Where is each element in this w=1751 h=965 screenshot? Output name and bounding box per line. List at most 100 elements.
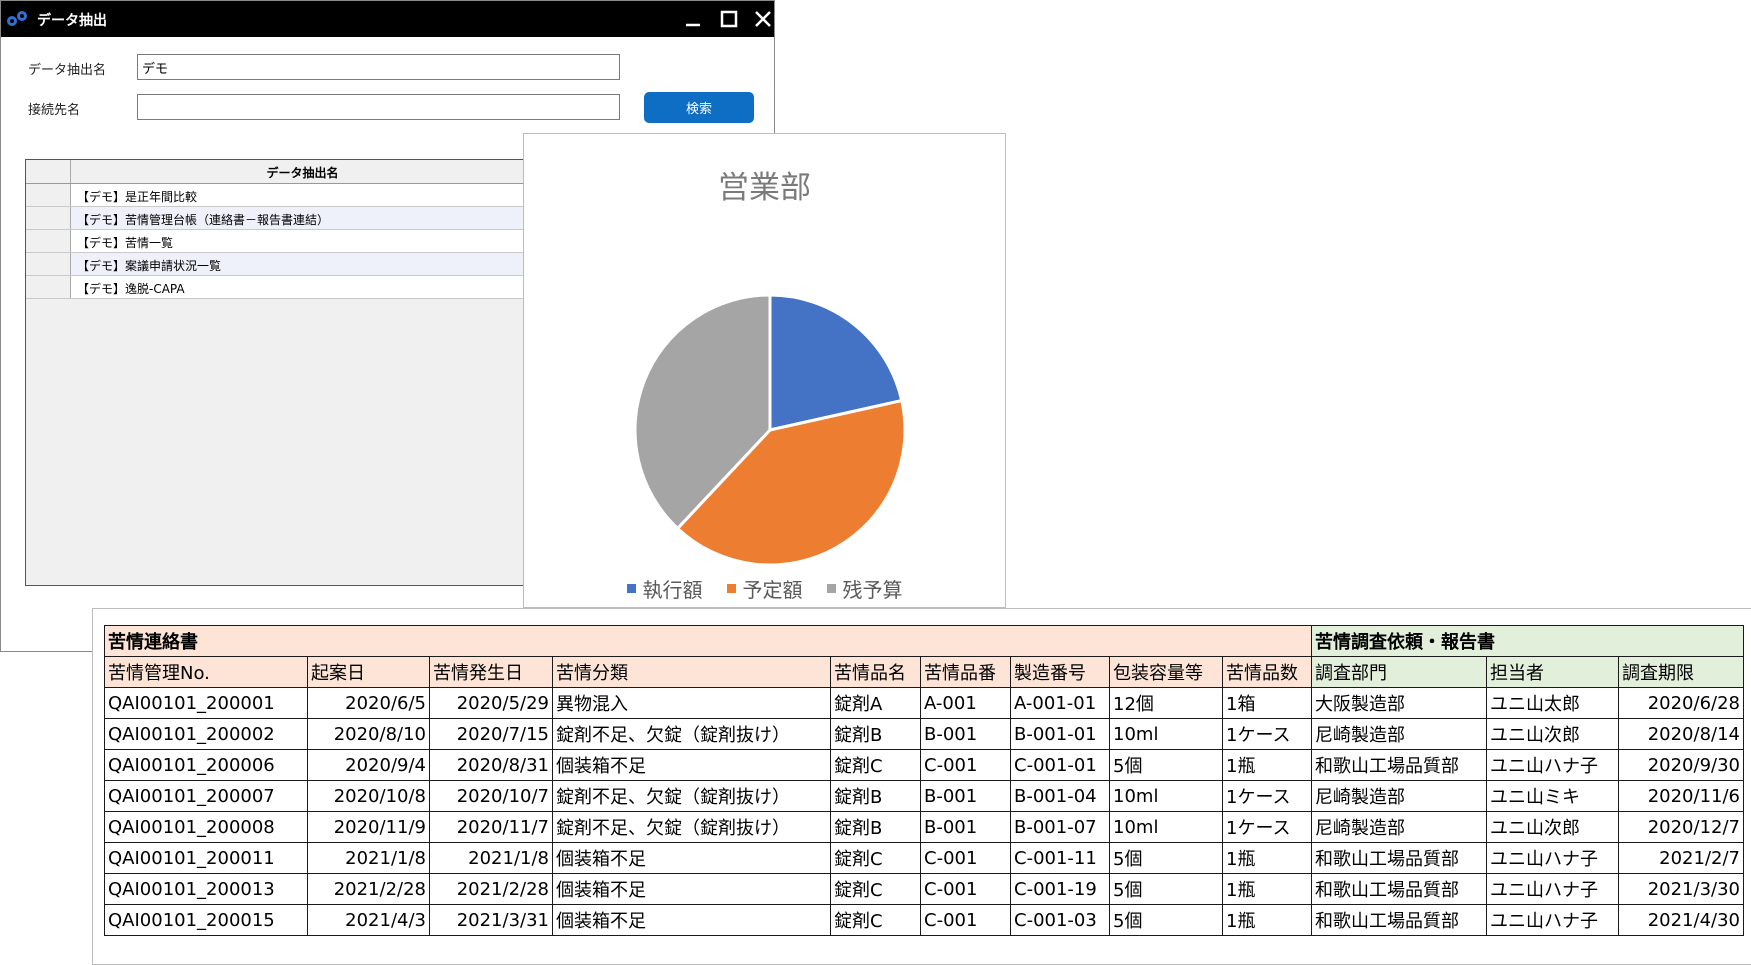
legend-item: 執行額 <box>626 574 703 603</box>
table-cell: ユニ山ハナ子 <box>1486 904 1619 936</box>
column-header: 製造番号 <box>1010 656 1110 688</box>
table-cell: 2020/9/30 <box>1618 749 1744 781</box>
grid-cell[interactable]: 【デモ】苦情一覧 <box>71 230 534 252</box>
table-cell: 尼崎製造部 <box>1311 780 1487 812</box>
gear-icon <box>7 11 27 26</box>
table-cell: 2020/11/6 <box>1618 780 1744 812</box>
table-cell: ユニ山次郎 <box>1486 718 1619 750</box>
title-bar[interactable]: データ抽出 <box>1 1 774 37</box>
table-cell: ユニ山ハナ子 <box>1486 749 1619 781</box>
row-header-cell[interactable] <box>26 207 71 229</box>
grid-cell[interactable]: 【デモ】是正年間比較 <box>71 184 534 206</box>
table-cell: 1ケース <box>1222 811 1312 843</box>
connection-name-input[interactable] <box>137 94 620 120</box>
extraction-name-input[interactable] <box>137 54 620 80</box>
table-cell: QAI00101_200002 <box>104 718 308 750</box>
table-cell: 和歌山工場品質部 <box>1311 873 1487 905</box>
legend-label: 残予算 <box>842 578 903 602</box>
chart-title: 営業部 <box>718 170 811 206</box>
column-header-row: 苦情管理No. 起案日 苦情発生日 苦情分類 苦情品名 苦情品番 製造番号 包装容量等 苦情品数… <box>104 656 1744 688</box>
table-cell: QAI00101_200001 <box>104 687 308 719</box>
grid-cell[interactable]: 【デモ】逸脱-CAPA <box>71 276 534 298</box>
legend-label: 予定額 <box>742 578 803 602</box>
table-cell: A-001 <box>920 687 1011 719</box>
pie-chart-panel: 営業部 執行額 予定額 残予算 <box>523 133 1006 608</box>
row-header-cell[interactable] <box>26 276 71 298</box>
grid-cell[interactable]: 【デモ】苦情管理台帳（連絡書－報告書連結） <box>71 207 534 229</box>
table-cell: C-001 <box>920 749 1011 781</box>
close-button[interactable] <box>751 7 775 31</box>
table-cell: 和歌山工場品質部 <box>1311 904 1487 936</box>
table-cell: 5個 <box>1109 873 1223 905</box>
table-cell: QAI00101_200008 <box>104 811 308 843</box>
table-cell: 10ml <box>1109 780 1223 812</box>
column-header: 苦情品番 <box>920 656 1011 688</box>
table-cell: 2021/4/30 <box>1618 904 1744 936</box>
legend-swatch <box>626 584 636 593</box>
legend-item: 予定額 <box>726 574 803 603</box>
table-cell: 2020/8/31 <box>429 749 553 781</box>
table-cell: B-001 <box>920 811 1011 843</box>
table-cell: 2021/2/7 <box>1618 842 1744 874</box>
row-header-cell[interactable] <box>26 184 71 206</box>
table-cell: C-001 <box>920 873 1011 905</box>
connection-name-label: 接続先名 <box>28 103 81 118</box>
table-cell: 5個 <box>1109 749 1223 781</box>
table-cell: 個装箱不足 <box>552 873 831 905</box>
grid-header-row: データ抽出名 <box>26 160 534 184</box>
table-cell: 2021/1/8 <box>429 842 553 874</box>
column-header: 調査部門 <box>1311 656 1487 688</box>
table-cell: 2020/6/28 <box>1618 687 1744 719</box>
table-cell: ユニ山ハナ子 <box>1486 873 1619 905</box>
group-header-row: 苦情連絡書 苦情調査依頼・報告書 <box>104 625 1744 657</box>
grid-cell[interactable]: 【デモ】案議申請状況一覧 <box>71 253 534 275</box>
table-cell: 大阪製造部 <box>1311 687 1487 719</box>
table-cell: 和歌山工場品質部 <box>1311 749 1487 781</box>
table-cell: 2021/1/8 <box>307 842 430 874</box>
table-cell: 錠剤C <box>830 904 921 936</box>
row-header-cell[interactable] <box>26 253 71 275</box>
table-cell: 異物混入 <box>552 687 831 719</box>
table-cell: C-001 <box>920 842 1011 874</box>
column-header: 包装容量等 <box>1109 656 1223 688</box>
table-cell: 錠剤不足、欠錠（錠剤抜け） <box>552 718 831 750</box>
extraction-name-label: データ抽出名 <box>28 63 107 78</box>
table-cell: B-001 <box>920 718 1011 750</box>
table-cell: 1瓶 <box>1222 873 1312 905</box>
row-header-cell[interactable] <box>26 230 71 252</box>
table-cell: B-001-04 <box>1010 780 1110 812</box>
table-cell: 個装箱不足 <box>552 749 831 781</box>
table-cell: C-001 <box>920 904 1011 936</box>
grid-column-header[interactable]: データ抽出名 <box>71 160 534 183</box>
grid-row[interactable]: 【デモ】逸脱-CAPA <box>26 276 534 299</box>
table-cell: 2021/3/31 <box>429 904 553 936</box>
grid-row[interactable]: 【デモ】是正年間比較 <box>26 184 534 207</box>
minimize-icon <box>686 23 700 27</box>
table-cell: 2020/7/15 <box>429 718 553 750</box>
complaint-table-panel: 苦情連絡書 苦情調査依頼・報告書 苦情管理No. 起案日 苦情発生日 苦情分類 苦情品名… <box>92 608 1751 965</box>
table-cell: 尼崎製造部 <box>1311 718 1487 750</box>
table-cell: B-001-01 <box>1010 718 1110 750</box>
table-cell: 12個 <box>1109 687 1223 719</box>
table-row: QAI00101_200002 2020/8/10 2020/7/15 錠剤不足、欠錠… <box>104 718 1744 750</box>
table-cell: 2020/10/8 <box>307 780 430 812</box>
table-cell: 1ケース <box>1222 718 1312 750</box>
column-header: 担当者 <box>1486 656 1619 688</box>
minimize-button[interactable] <box>681 7 705 31</box>
table-cell: 5個 <box>1109 904 1223 936</box>
legend-swatch <box>726 584 736 593</box>
grid-row[interactable]: 【デモ】苦情一覧 <box>26 230 534 253</box>
table-cell: C-001-03 <box>1010 904 1110 936</box>
table-cell: 錠剤B <box>830 780 921 812</box>
table-cell: 2020/8/14 <box>1618 718 1744 750</box>
row-header-cell <box>26 160 71 183</box>
grid-row[interactable]: 【デモ】苦情管理台帳（連絡書－報告書連結） <box>26 207 534 230</box>
extraction-list-grid[interactable]: データ抽出名 【デモ】是正年間比較 【デモ】苦情管理台帳（連絡書－報告書連結） … <box>25 159 535 586</box>
table-row: QAI00101_200007 2020/10/8 2020/10/7 錠剤不足、欠錠… <box>104 780 1744 812</box>
column-header: 苦情発生日 <box>429 656 553 688</box>
table-cell: 2021/2/28 <box>429 873 553 905</box>
window-title: データ抽出 <box>37 13 107 29</box>
maximize-button[interactable] <box>717 7 741 31</box>
search-button[interactable]: 検索 <box>644 92 754 123</box>
grid-row[interactable]: 【デモ】案議申請状況一覧 <box>26 253 534 276</box>
